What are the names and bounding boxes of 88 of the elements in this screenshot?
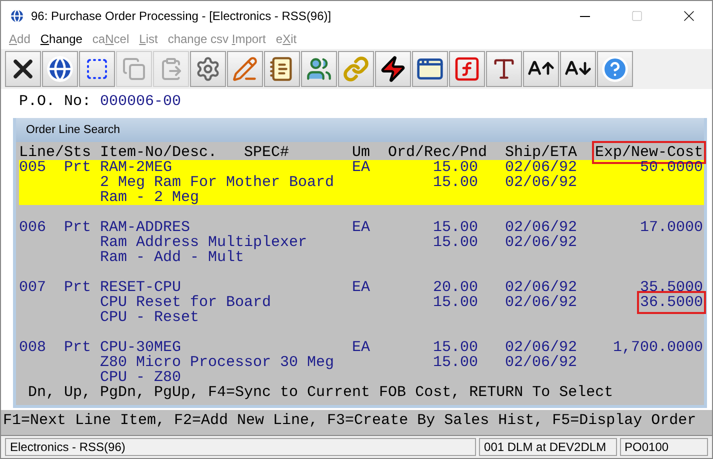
description-cell: CPU Reset for Board <box>100 294 272 311</box>
column-header: Line/Sts <box>19 144 92 161</box>
table-row[interactable]: 006 Prt RAM-ADDRES EA 15.00 02/06/92 17.0000 <box>19 220 704 235</box>
description-cell: Ram - 2 Meg <box>100 189 200 206</box>
table-row[interactable]: 005 Prt RAM-2MEG EA 15.00 02/06/92 50.0000 <box>19 160 704 175</box>
key-help-text: Dn, Up, PgDn, PgUp, F4=Sync to Current FOB Cost, RETURN To Select <box>27 385 614 400</box>
toolbar-button[interactable] <box>523 51 559 87</box>
date-cell: 02/06/92 <box>505 219 578 236</box>
item-number: RAM-ADDRES <box>100 219 190 236</box>
toolbar-button[interactable] <box>560 51 596 87</box>
paste-icon <box>159 57 183 81</box>
cost-cell: 35.5000 <box>640 279 704 296</box>
lightning-icon <box>379 55 407 83</box>
quantity-cell: 15.00 <box>433 294 478 311</box>
description-cell: Ram Address Multiplexer <box>100 234 308 251</box>
toolbar-button[interactable] <box>375 51 411 87</box>
menu-item[interactable]: Change <box>40 32 82 46</box>
field-label: P.O. No: <box>19 94 92 110</box>
quantity-cell: 20.00 <box>433 279 478 296</box>
status-cell: Prt <box>64 339 92 356</box>
date-cell: 02/06/92 <box>505 279 578 296</box>
unit-cell: EA <box>352 279 370 296</box>
function-key-bar: F1=Next Line Item, F2=Add New Line, F3=Create By Sales Hist, F5=Display Order <box>1 410 712 436</box>
cost-cell: 36.5000 <box>640 294 704 311</box>
copy-icon <box>122 57 146 81</box>
column-header: Item-No/Desc. <box>100 144 218 161</box>
cost-cell: 1,700.0000 <box>613 339 704 356</box>
toolbar-button[interactable] <box>412 51 448 87</box>
description-cell: CPU - Reset <box>100 309 200 326</box>
cost-cell: 50.0000 <box>640 159 704 176</box>
item-number: RESET-CPU <box>100 279 182 296</box>
line-number: 008 <box>19 339 46 356</box>
table-row[interactable]: 008 Prt CPU-30MEG EA 15.00 02/06/92 1,700.0000 <box>19 340 704 355</box>
line-number: 005 <box>19 159 46 176</box>
item-number: CPU-30MEG <box>100 339 182 356</box>
unit-cell: EA <box>352 339 370 356</box>
description-cell: CPU - Z80 <box>100 369 182 386</box>
column-header: Ship/ETA <box>505 144 578 161</box>
function-icon <box>453 55 481 83</box>
app-icon <box>9 8 25 24</box>
status-cell: Prt <box>64 219 92 236</box>
date-cell: 02/06/92 <box>505 294 578 311</box>
pencil-icon <box>232 56 258 82</box>
table-row[interactable]: 007 Prt RESET-CPU EA 20.00 02/06/92 35.5000 <box>19 280 704 295</box>
maximize-icon <box>631 10 643 22</box>
item-number: RAM-2MEG <box>100 159 172 176</box>
status-pane: PO0100 <box>620 438 708 456</box>
description-cell: Ram - Add - Mult <box>100 249 244 266</box>
dialog-title: Order Line Search <box>26 124 120 136</box>
quantity-cell: 15.00 <box>433 339 478 356</box>
window-title: 96: Purchase Order Processing - [Electronics - RSS(96)] <box>31 9 332 23</box>
toolbar-button[interactable] <box>42 51 78 87</box>
date-cell: 02/06/92 <box>505 339 578 356</box>
column-header: Um <box>352 144 370 161</box>
users-icon <box>306 56 332 82</box>
status-pane: Electronics - RSS(96) <box>5 438 476 456</box>
quantity-cell: 15.00 <box>433 159 478 176</box>
column-header: Ord/Rec/Pnd <box>388 144 488 161</box>
status-pane: 001 DLM at DEV2DLM <box>479 438 617 456</box>
date-cell: 02/06/92 <box>505 159 578 176</box>
toolbar-button[interactable] <box>5 51 41 87</box>
cost-cell: 17.0000 <box>640 219 704 236</box>
field-value: 000006-00 <box>100 94 182 110</box>
status-cell: Prt <box>64 279 92 296</box>
unit-cell: EA <box>352 219 370 236</box>
chain-link-icon <box>343 56 369 82</box>
toolbar-button[interactable] <box>486 51 522 87</box>
date-cell: 02/06/92 <box>505 174 578 191</box>
line-number: 006 <box>19 219 46 236</box>
quantity-cell: 15.00 <box>433 354 478 371</box>
line-number: 007 <box>19 279 46 296</box>
unit-cell: EA <box>352 159 370 176</box>
notepad-icon <box>269 56 295 82</box>
description-cell: Z80 Micro Processor 30 Meg <box>100 354 334 371</box>
column-header: Exp/New-Cost <box>595 144 704 161</box>
toolbar-button[interactable] <box>79 51 115 87</box>
date-cell: 02/06/92 <box>505 354 578 371</box>
column-header: SPEC# <box>244 144 290 161</box>
dashed-square-icon <box>85 57 109 81</box>
description-cell: 2 Meg Ram For Mother Board <box>100 174 334 191</box>
quantity-cell: 15.00 <box>433 174 478 191</box>
status-cell: Prt <box>64 159 92 176</box>
date-cell: 02/06/92 <box>505 234 578 251</box>
help-icon <box>601 55 629 83</box>
settings-icon <box>195 56 221 82</box>
quantity-cell: 15.00 <box>433 219 478 236</box>
globe-icon <box>46 55 74 83</box>
quantity-cell: 15.00 <box>433 234 478 251</box>
